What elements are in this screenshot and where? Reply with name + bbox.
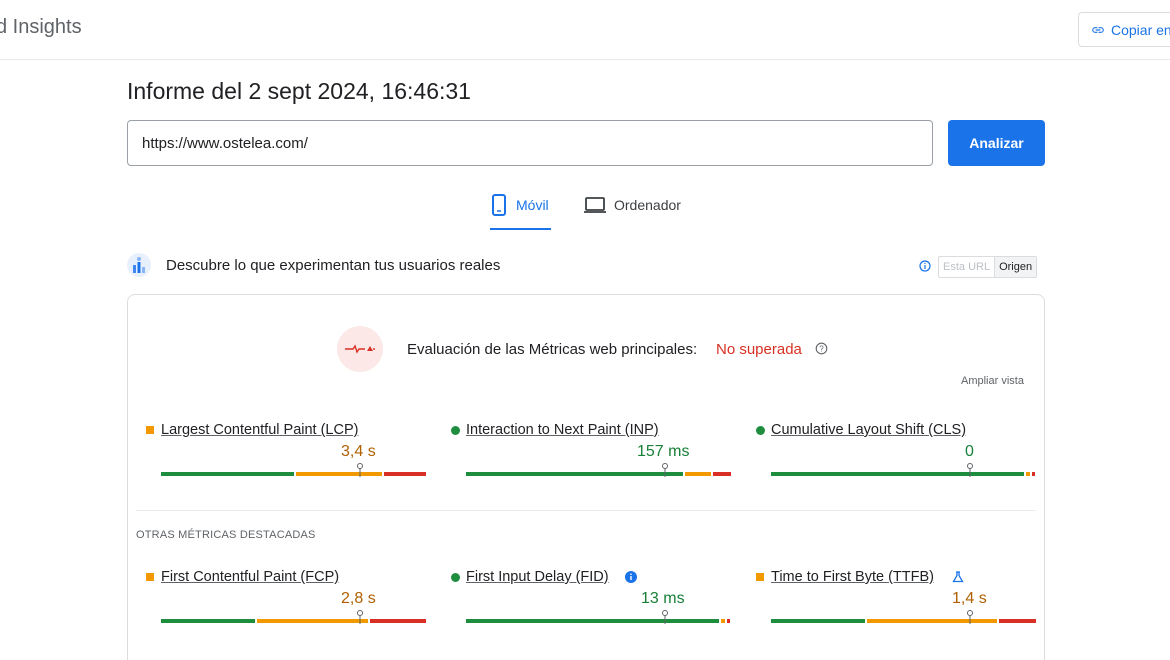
distribution-bar xyxy=(771,619,1036,623)
distribution-bar xyxy=(161,619,426,623)
status-circle-icon xyxy=(451,573,460,582)
status-square-icon xyxy=(146,573,154,581)
status-circle-icon xyxy=(756,426,765,435)
percentile-marker-icon xyxy=(357,463,363,477)
distribution-bar xyxy=(466,472,731,476)
bar-poor xyxy=(384,472,426,476)
bar-poor xyxy=(713,472,731,476)
percentile-marker-icon xyxy=(967,610,973,624)
distribution-bar xyxy=(161,472,426,476)
copy-link-label: Copiar en xyxy=(1111,21,1170,38)
bar-needs-improvement xyxy=(867,619,997,623)
url-origin-toggle: Esta URL Origen xyxy=(938,256,1038,278)
help-icon[interactable]: ? xyxy=(815,342,828,355)
app-title: d Insights xyxy=(0,16,82,38)
analyze-button[interactable]: Analizar xyxy=(948,120,1045,166)
bar-good xyxy=(466,619,719,623)
url-input[interactable] xyxy=(127,120,933,166)
info-icon[interactable] xyxy=(919,260,931,272)
metric-fid: First Input Delay (FID) 13 ms xyxy=(451,569,730,639)
bar-poor xyxy=(1032,472,1035,476)
metric-ttfb: Time to First Byte (TTFB) 1,4 s xyxy=(756,569,1036,639)
svg-text:?: ? xyxy=(819,344,824,353)
metric-value: 3,4 s xyxy=(341,443,376,460)
bar-poor xyxy=(999,619,1036,623)
metric-value: 0 xyxy=(965,443,974,460)
metric-name[interactable]: First Contentful Paint (FCP) xyxy=(161,569,339,585)
metric-name[interactable]: First Input Delay (FID) xyxy=(466,569,609,585)
assessment-result: No superada xyxy=(716,341,802,358)
flask-icon[interactable] xyxy=(952,571,964,583)
bar-needs-improvement xyxy=(685,472,711,476)
percentile-marker-icon xyxy=(662,610,668,624)
status-square-icon xyxy=(756,573,764,581)
smartphone-icon xyxy=(492,194,506,216)
metric-value: 157 ms xyxy=(637,443,690,460)
percentile-marker-icon xyxy=(967,463,973,477)
copy-link-button[interactable]: Copiar en xyxy=(1078,12,1170,47)
metric-name[interactable]: Interaction to Next Paint (INP) xyxy=(466,422,659,438)
section-divider xyxy=(136,510,1036,511)
distribution-bar xyxy=(771,472,1036,476)
metric-name[interactable]: Largest Contentful Paint (LCP) xyxy=(161,422,358,438)
bar-good xyxy=(771,472,1024,476)
other-metrics-label: OTRAS MÉTRICAS DESTACADAS xyxy=(136,529,316,541)
crux-heading: Descubre lo que experimentan tus usuario… xyxy=(166,257,501,274)
tab-desktop-label: Ordenador xyxy=(614,197,681,213)
bar-needs-improvement xyxy=(257,619,368,623)
status-circle-icon xyxy=(451,426,460,435)
bar-poor xyxy=(370,619,426,623)
bar-needs-improvement xyxy=(721,619,725,623)
metric-name[interactable]: Time to First Byte (TTFB) xyxy=(771,569,934,585)
users-chart-icon xyxy=(127,253,151,277)
assessment-failed-icon xyxy=(337,326,383,372)
toggle-origin[interactable]: Origen xyxy=(995,257,1037,277)
percentile-marker-icon xyxy=(357,610,363,624)
top-bar: d Insights Copiar en xyxy=(0,0,1170,60)
report-title: Informe del 2 sept 2024, 16:46:31 xyxy=(127,78,471,104)
metric-name[interactable]: Cumulative Layout Shift (CLS) xyxy=(771,422,966,438)
metric-inp: Interaction to Next Paint (INP) 157 ms xyxy=(451,422,731,492)
bar-good xyxy=(161,472,294,476)
metric-value: 2,8 s xyxy=(341,590,376,607)
toggle-this-url[interactable]: Esta URL xyxy=(939,257,996,277)
expand-view-link[interactable]: Ampliar vista xyxy=(961,375,1024,387)
bar-poor xyxy=(727,619,730,623)
status-square-icon xyxy=(146,426,154,434)
metric-cls: Cumulative Layout Shift (CLS) 0 xyxy=(756,422,1035,492)
bar-good xyxy=(771,619,865,623)
metric-fcp: First Contentful Paint (FCP) 2,8 s xyxy=(146,569,426,639)
tab-mobile-label: Móvil xyxy=(516,197,549,213)
laptop-icon xyxy=(584,197,606,213)
bar-good xyxy=(466,472,683,476)
distribution-bar xyxy=(466,619,731,623)
info-icon[interactable] xyxy=(625,571,637,583)
bar-needs-improvement xyxy=(1026,472,1030,476)
metric-value: 13 ms xyxy=(641,590,685,607)
metric-lcp: Largest Contentful Paint (LCP) 3,4 s xyxy=(146,422,426,492)
tab-desktop[interactable]: Ordenador xyxy=(584,192,681,230)
tab-mobile[interactable]: Móvil xyxy=(490,192,551,230)
link-icon xyxy=(1092,26,1104,33)
assessment-label: Evaluación de las Métricas web principal… xyxy=(407,341,698,358)
bar-good xyxy=(161,619,255,623)
metric-value: 1,4 s xyxy=(952,590,987,607)
bar-needs-improvement xyxy=(296,472,382,476)
percentile-marker-icon xyxy=(662,463,668,477)
